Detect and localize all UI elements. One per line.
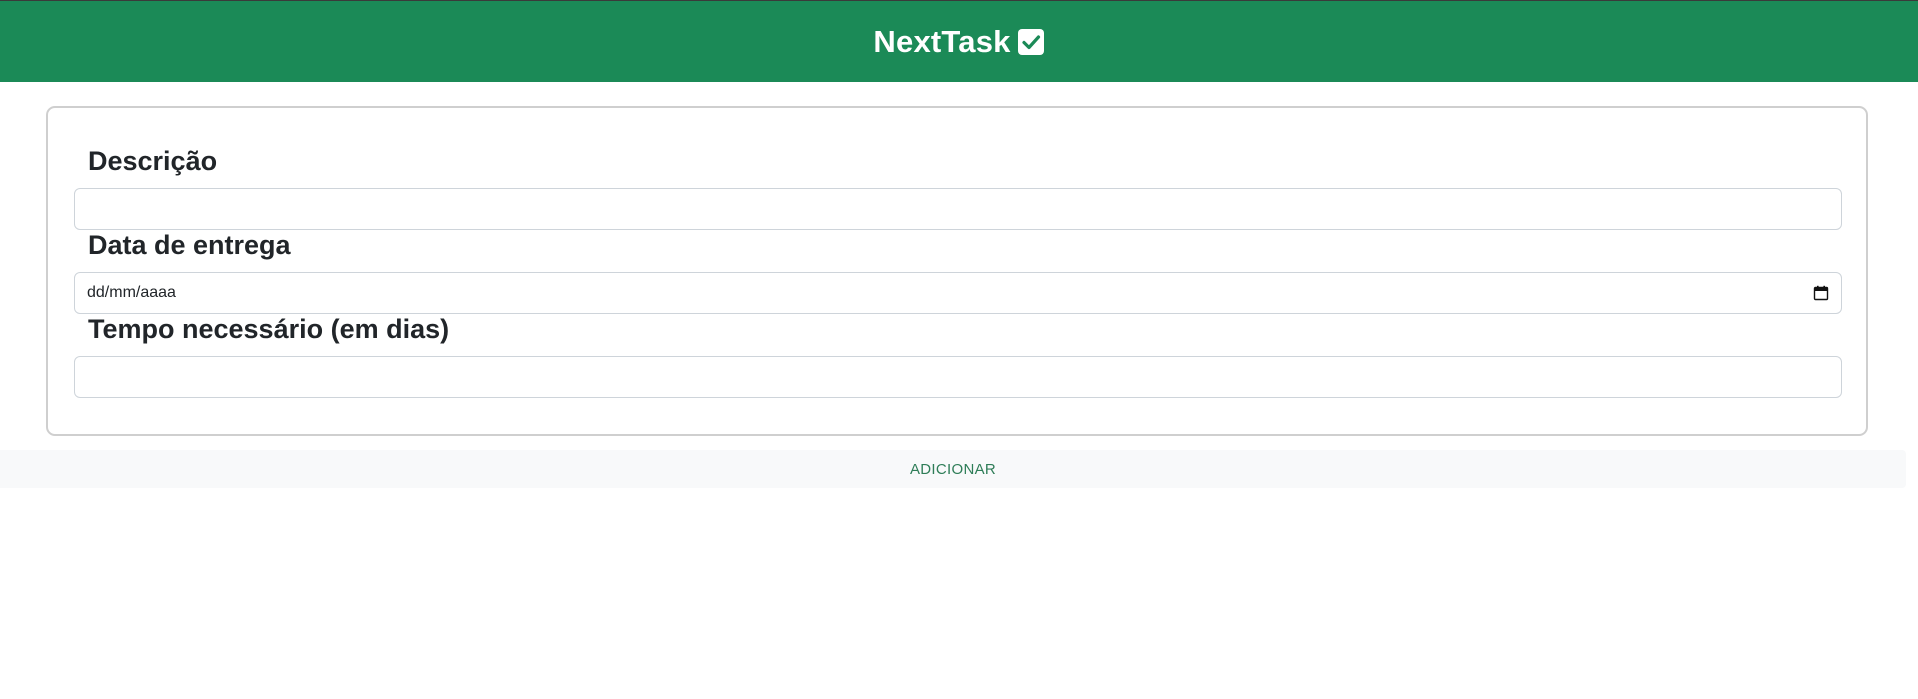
add-button[interactable]: ADICIONAR — [0, 450, 1906, 488]
description-input[interactable] — [74, 188, 1842, 230]
calendar-icon[interactable] — [1813, 285, 1829, 301]
due-date-label: Data de entrega — [88, 230, 291, 260]
app-title: NextTask — [873, 23, 1011, 59]
check-square-icon — [1017, 28, 1045, 56]
app-header: NextTask — [0, 1, 1918, 82]
due-date-input[interactable]: dd/mm/aaaa — [74, 272, 1842, 314]
time-needed-label: Tempo necessário (em dias) — [88, 314, 450, 344]
time-needed-input[interactable] — [74, 356, 1842, 398]
brand: NextTask — [873, 24, 1044, 60]
due-date-placeholder: dd/mm/aaaa — [87, 284, 176, 301]
description-label: Descrição — [88, 146, 218, 176]
add-button-label: ADICIONAR — [909, 460, 997, 478]
task-form-card: Descrição Data de entrega dd/mm/aaaa Tem… — [46, 106, 1868, 436]
